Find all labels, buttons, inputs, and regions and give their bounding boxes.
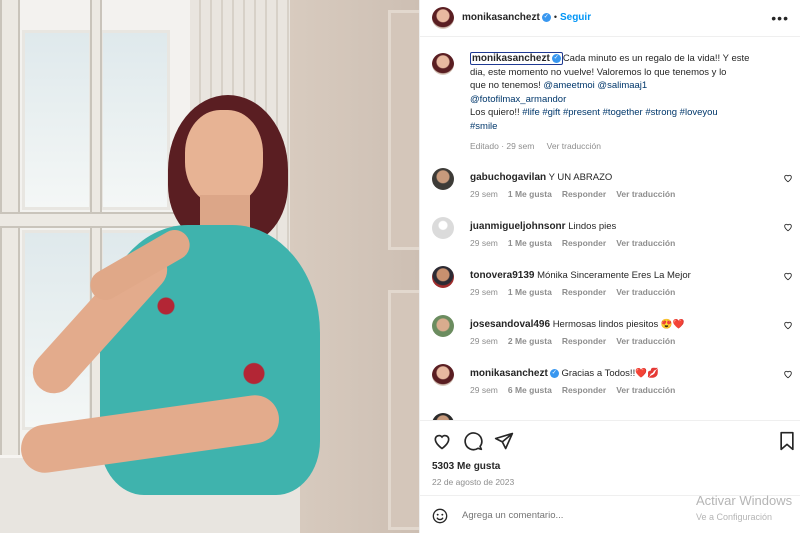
reply-button[interactable]: Responder bbox=[562, 287, 606, 297]
commenter-username[interactable]: josesandoval496 bbox=[470, 319, 550, 330]
commenter-avatar[interactable] bbox=[432, 413, 454, 420]
comment-time: 29 sem bbox=[470, 336, 498, 346]
comment-time: 29 sem bbox=[470, 238, 498, 248]
comment-time: 29 sem bbox=[470, 189, 498, 199]
caption-username-box[interactable]: monikasanchezt ✓ bbox=[470, 52, 563, 65]
caption-line: Cada minuto es un regalo de la vida!! Y … bbox=[562, 53, 750, 64]
verified-icon: ✓ bbox=[549, 368, 559, 378]
author-username[interactable]: monikasanchezt bbox=[462, 12, 540, 23]
comment-text: Gracias a Todos!!❤️💋 bbox=[561, 368, 659, 379]
caption-line: dia, este momento no vuelve! Valoremos l… bbox=[470, 66, 727, 78]
see-translation-link[interactable]: Ver traducción bbox=[616, 336, 675, 346]
comment-text: Lindos pies bbox=[568, 221, 617, 232]
commenter-username[interactable]: gabuchogavilan bbox=[470, 172, 546, 183]
comment-likes[interactable]: 6 Me gusta bbox=[508, 385, 552, 395]
edited-label: Editado bbox=[470, 141, 499, 151]
heart-icon[interactable] bbox=[783, 222, 793, 232]
hashtag-link[interactable]: #life #gift #present #together #strong #… bbox=[522, 107, 717, 118]
commenter-username[interactable]: tonovera9139 bbox=[470, 270, 534, 281]
comment-likes[interactable]: 2 Me gusta bbox=[508, 336, 552, 346]
photo-face bbox=[185, 110, 263, 205]
follow-button[interactable]: Seguir bbox=[560, 12, 591, 23]
heart-icon[interactable] bbox=[783, 173, 793, 183]
comment-input[interactable] bbox=[462, 506, 662, 524]
emoji-icon[interactable] bbox=[432, 508, 448, 524]
caption-username[interactable]: monikasanchezt bbox=[472, 53, 550, 64]
hashtag-link[interactable]: #smile bbox=[470, 121, 497, 132]
comment-item-partial bbox=[432, 413, 797, 420]
comment-item: tonovera9139 Mónika Sinceramente Eres La… bbox=[432, 266, 797, 314]
windows-activation-title: Activar Windows bbox=[696, 493, 793, 508]
post-panel: monikasanchezt ✓ • Seguir ••• monikasanchez… bbox=[419, 0, 800, 533]
heart-icon[interactable] bbox=[783, 320, 793, 330]
heart-icon[interactable] bbox=[432, 431, 452, 451]
comment-time: 29 sem bbox=[470, 287, 498, 297]
commenter-avatar[interactable] bbox=[432, 168, 454, 190]
comment-item: josesandoval496 Hermosas lindos piesitos… bbox=[432, 315, 797, 363]
caption-time: 29 sem bbox=[506, 141, 535, 151]
windows-activation-subtitle: Ve a Configuración bbox=[696, 512, 773, 522]
post-actions: 5303 Me gusta 22 de agosto de 2023 bbox=[420, 420, 800, 490]
comment-item: juanmigueljohnsonr Lindos pies 29 sem 1 M… bbox=[432, 217, 797, 265]
comment-likes[interactable]: 1 Me gusta bbox=[508, 189, 552, 199]
comment-text: Hermosas lindos piesitos 😍❤️ bbox=[552, 319, 685, 330]
caption-line: Los quiero!! bbox=[470, 107, 523, 118]
comment-time: 29 sem bbox=[470, 385, 498, 395]
verified-icon: ✓ bbox=[551, 53, 561, 63]
likes-count[interactable]: 5303 Me gusta bbox=[432, 461, 500, 472]
separator-dot: • bbox=[553, 12, 557, 22]
commenter-username[interactable]: juanmigueljohnsonr bbox=[470, 221, 566, 232]
more-horizontal-icon[interactable]: ••• bbox=[771, 10, 789, 26]
commenter-avatar[interactable] bbox=[432, 266, 454, 288]
comment-likes[interactable]: 1 Me gusta bbox=[508, 287, 552, 297]
commenter-username[interactable]: monikasanchezt bbox=[470, 368, 548, 379]
heart-icon[interactable] bbox=[783, 369, 793, 379]
commenter-avatar[interactable] bbox=[432, 217, 454, 239]
reply-button[interactable]: Responder bbox=[562, 189, 606, 199]
caption-line: que no tenemos! bbox=[470, 80, 544, 91]
comment-text: Y UN ABRAZO bbox=[548, 172, 613, 183]
heart-icon[interactable] bbox=[783, 271, 793, 281]
mention-link[interactable]: @fotofilmax_armandor bbox=[470, 94, 566, 105]
author-avatar[interactable] bbox=[432, 7, 454, 29]
see-translation-link[interactable]: Ver traducción bbox=[616, 385, 675, 395]
author-avatar[interactable] bbox=[432, 53, 454, 75]
verified-icon: ✓ bbox=[541, 13, 551, 23]
post-photo[interactable] bbox=[0, 0, 419, 533]
see-translation-link[interactable]: Ver traducción bbox=[616, 238, 675, 248]
comment-item: monikasanchezt ✓ Gracias a Todos!!❤️💋 29 … bbox=[432, 364, 797, 412]
comment-text: Mónika Sinceramente Eres La Mejor bbox=[537, 270, 691, 281]
see-translation-link[interactable]: Ver traducción bbox=[616, 287, 675, 297]
see-translation-link[interactable]: Ver traducción bbox=[547, 141, 601, 151]
reply-button[interactable]: Responder bbox=[562, 336, 606, 346]
reply-button[interactable]: Responder bbox=[562, 238, 606, 248]
see-translation-link[interactable]: Ver traducción bbox=[616, 189, 675, 199]
comment-icon[interactable] bbox=[463, 431, 483, 451]
send-icon[interactable] bbox=[494, 431, 514, 451]
commenter-avatar[interactable] bbox=[432, 364, 454, 386]
comments-scroll[interactable]: monikasanchezt ✓ Cada minuto es un regalo … bbox=[420, 37, 800, 420]
commenter-avatar[interactable] bbox=[432, 315, 454, 337]
post-header: monikasanchezt ✓ • Seguir ••• bbox=[420, 0, 800, 37]
bookmark-icon[interactable] bbox=[777, 431, 797, 451]
post-date: 22 de agosto de 2023 bbox=[432, 477, 515, 487]
caption-text: monikasanchezt ✓ Cada minuto es un regalo … bbox=[470, 52, 750, 151]
comment-likes[interactable]: 1 Me gusta bbox=[508, 238, 552, 248]
mention-link[interactable]: @ameetmoi bbox=[543, 80, 594, 91]
mention-link[interactable]: @salimaaj1 bbox=[597, 80, 647, 91]
reply-button[interactable]: Responder bbox=[562, 385, 606, 395]
comment-item: gabuchogavilan Y UN ABRAZO 29 sem 1 Me gu… bbox=[432, 168, 797, 216]
